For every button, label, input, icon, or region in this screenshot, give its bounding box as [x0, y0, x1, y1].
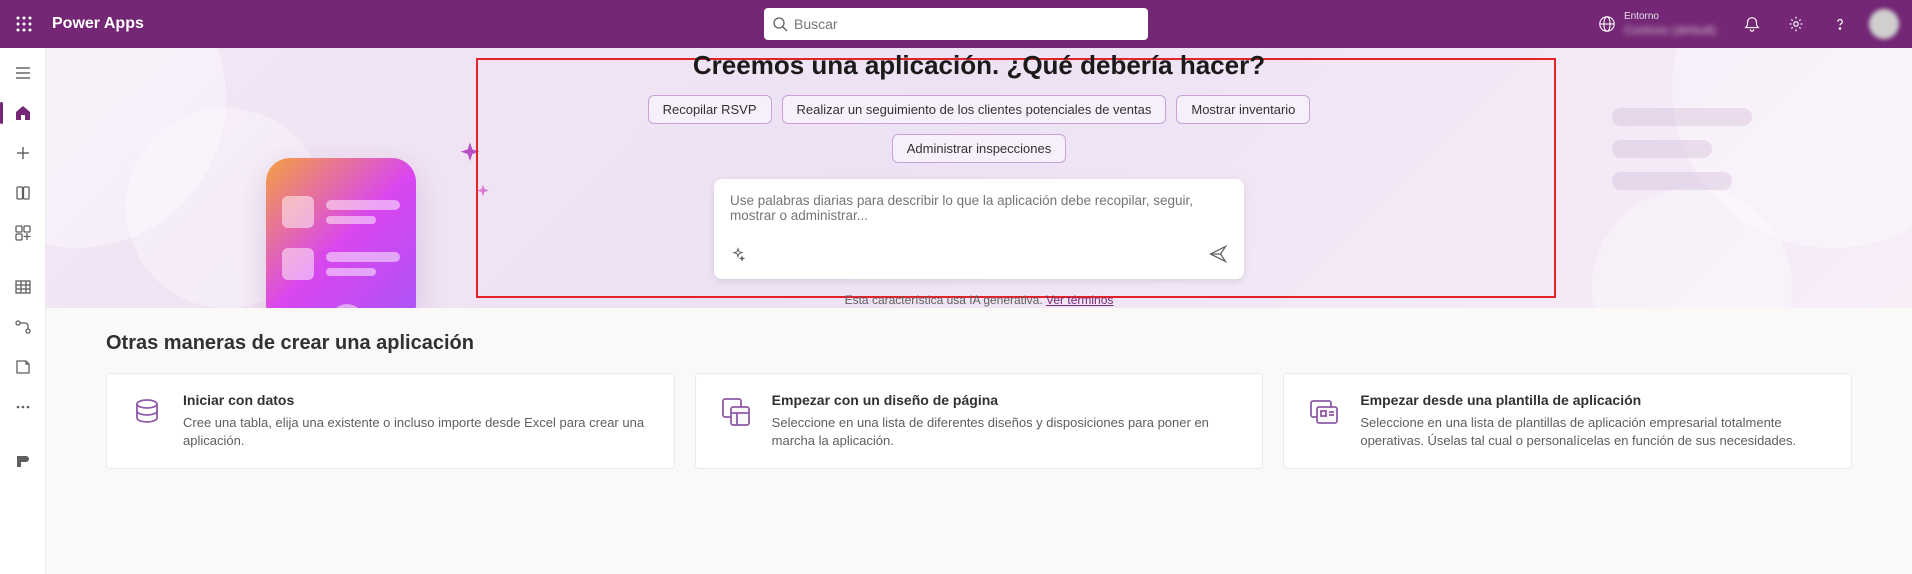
nav-learn[interactable]	[3, 174, 43, 212]
chip-inspections[interactable]: Administrar inspecciones	[892, 134, 1067, 163]
nav-home[interactable]	[3, 94, 43, 132]
card-page-design[interactable]: Empezar con un diseño de página Seleccio…	[695, 373, 1264, 469]
ai-prompt-box	[714, 179, 1244, 279]
search-input[interactable]	[788, 16, 1140, 32]
help-icon[interactable]	[1820, 4, 1860, 44]
user-avatar[interactable]	[1864, 4, 1904, 44]
decoration-notepad	[266, 158, 416, 308]
chip-inventory[interactable]: Mostrar inventario	[1176, 95, 1310, 124]
sidebar	[0, 48, 46, 574]
terms-link[interactable]: Ver términos	[1046, 293, 1113, 307]
hamburger-icon[interactable]	[3, 54, 43, 92]
sparkle-icon	[474, 183, 492, 206]
data-icon	[127, 392, 167, 432]
other-ways-section: Otras maneras de crear una aplicación In…	[46, 308, 1912, 493]
card-start-with-data[interactable]: Iniciar con datos Cree una tabla, elija …	[106, 373, 675, 469]
chip-rsvp[interactable]: Recopilar RSVP	[648, 95, 772, 124]
app-header: Power Apps Entorno Contoso (default)	[0, 0, 1912, 48]
nav-more[interactable]	[3, 388, 43, 426]
card-desc: Seleccione en una lista de plantillas de…	[1360, 414, 1831, 450]
sparkle-small-icon[interactable]	[730, 246, 746, 267]
card-title: Iniciar con datos	[183, 392, 654, 408]
app-launcher-icon[interactable]	[0, 0, 48, 48]
layout-icon	[716, 392, 756, 432]
env-label: Entorno	[1624, 11, 1716, 23]
chip-sales-leads[interactable]: Realizar un seguimiento de los clientes …	[782, 95, 1167, 124]
hero-banner: Creemos una aplicación. ¿Qué debería hac…	[46, 48, 1912, 308]
card-desc: Cree una tabla, elija una existente o in…	[183, 414, 654, 450]
decoration-bars	[1612, 108, 1752, 190]
card-desc: Seleccione en una lista de diferentes di…	[772, 414, 1243, 450]
search-icon	[772, 16, 788, 32]
hero-title: Creemos una aplicación. ¿Qué debería hac…	[599, 50, 1359, 81]
app-name: Power Apps	[48, 15, 144, 33]
card-title: Empezar desde una plantilla de aplicació…	[1360, 392, 1831, 408]
main-content: Creemos una aplicación. ¿Qué debería hac…	[46, 48, 1912, 574]
template-icon	[1304, 392, 1344, 432]
nav-apps[interactable]	[3, 214, 43, 252]
nav-powerplatform[interactable]	[3, 442, 43, 480]
card-app-template[interactable]: Empezar desde una plantilla de aplicació…	[1283, 373, 1852, 469]
nav-create[interactable]	[3, 134, 43, 172]
ai-prompt-input[interactable]	[730, 193, 1228, 233]
nav-tables[interactable]	[3, 268, 43, 306]
nav-flows[interactable]	[3, 308, 43, 346]
settings-icon[interactable]	[1776, 4, 1816, 44]
send-button[interactable]	[1208, 244, 1228, 269]
card-title: Empezar con un diseño de página	[772, 392, 1243, 408]
notifications-icon[interactable]	[1732, 4, 1772, 44]
environment-icon	[1598, 15, 1616, 33]
suggestion-chips: Recopilar RSVP Realizar un seguimiento d…	[599, 95, 1359, 163]
generative-ai-note: Esta característica usa IA generativa. V…	[599, 293, 1359, 307]
search-box[interactable]	[764, 8, 1148, 40]
section-title: Otras maneras de crear una aplicación	[106, 332, 1852, 355]
env-name: Contoso (default)	[1624, 23, 1716, 37]
nav-solutions[interactable]	[3, 348, 43, 386]
environment-picker[interactable]: Entorno Contoso (default)	[1586, 7, 1728, 41]
sparkle-icon	[456, 140, 484, 173]
